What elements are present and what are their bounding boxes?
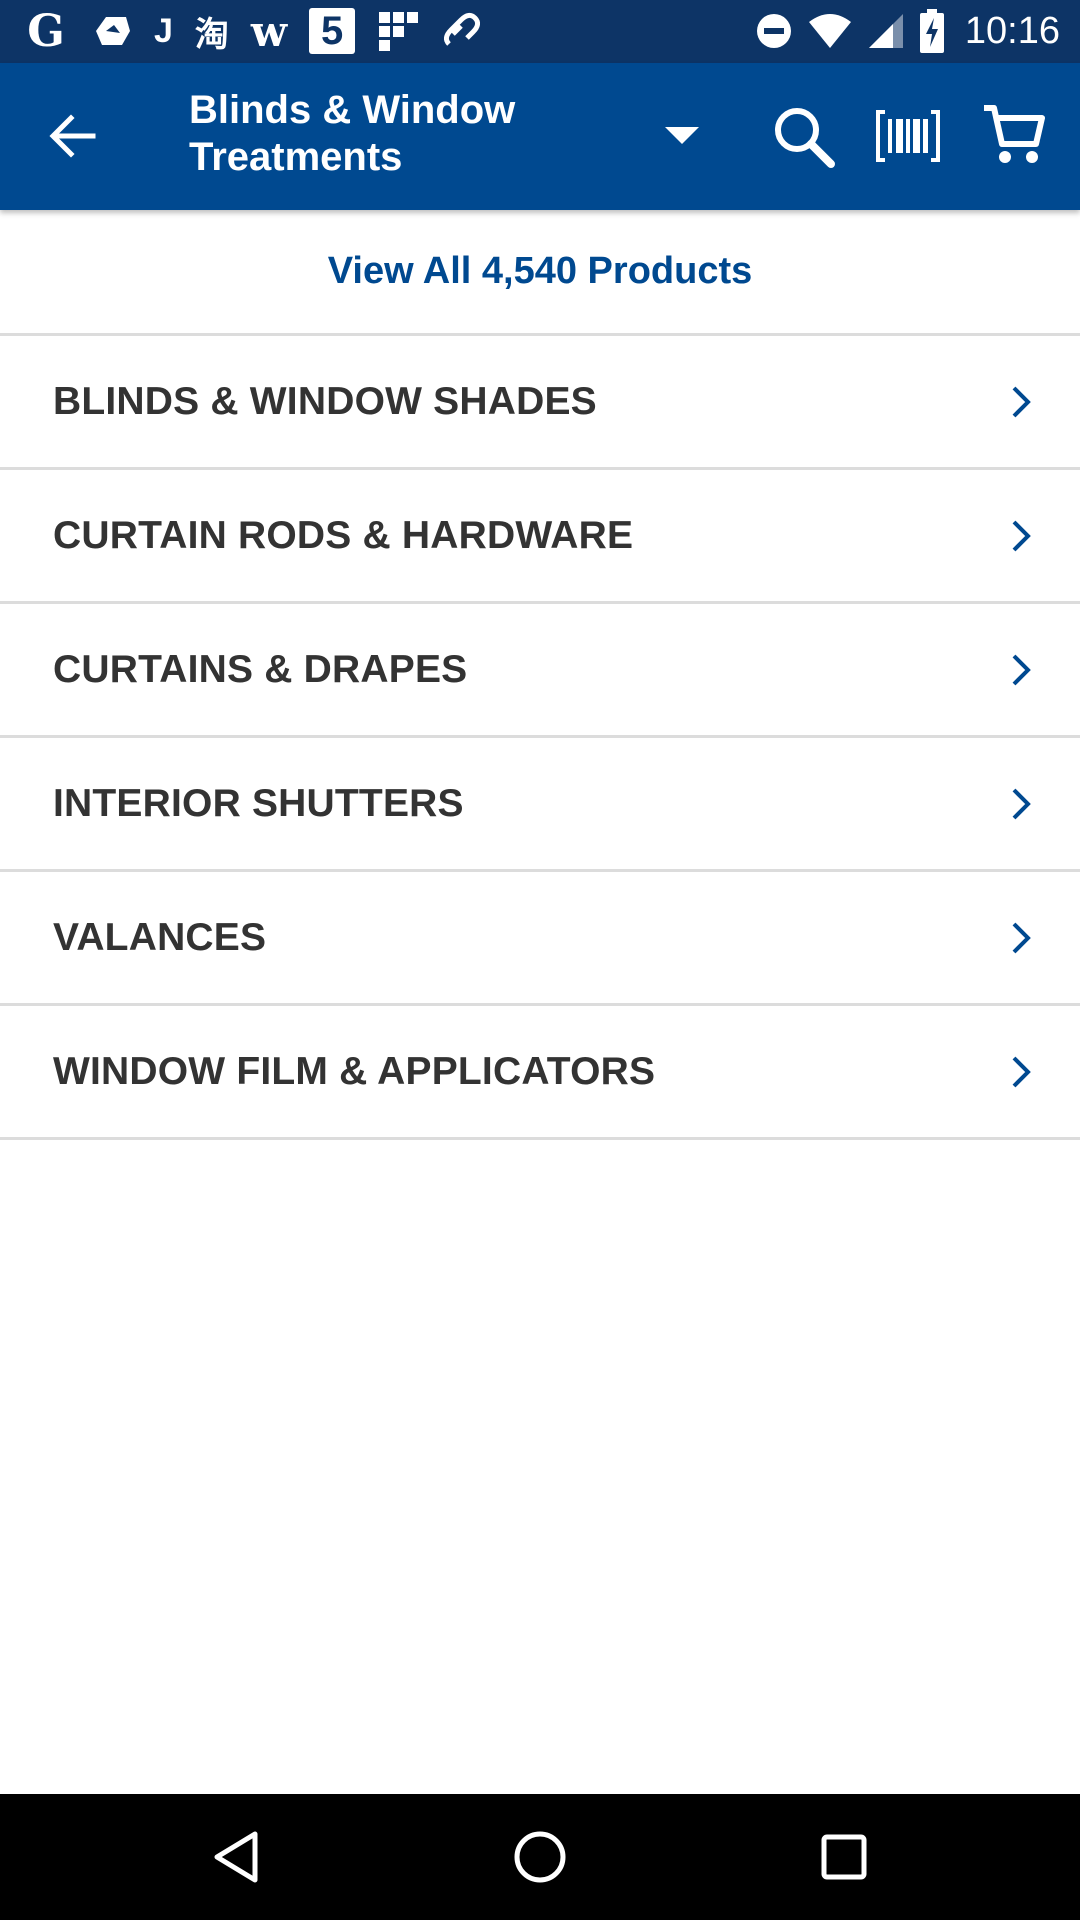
chevron-right-icon	[1004, 382, 1038, 422]
app-bar: Blinds & Window Treatments	[0, 63, 1080, 210]
category-label: CURTAIN RODS & HARDWARE	[53, 513, 634, 557]
chevron-right-icon	[1004, 784, 1038, 824]
grid-app-icon	[377, 8, 419, 54]
notification-icons: G J 淘 w 5	[22, 5, 481, 57]
category-label: WINDOW FILM & APPLICATORS	[53, 1049, 656, 1093]
category-label: BLINDS & WINDOW SHADES	[53, 379, 597, 423]
category-dropdown-button[interactable]	[654, 113, 710, 159]
view-all-products-link[interactable]: View All 4,540 Products	[0, 210, 1080, 336]
barcode-scan-button[interactable]	[873, 101, 943, 171]
category-item-interior-shutters[interactable]: INTERIOR SHUTTERS	[0, 738, 1080, 872]
five-app-icon: 5	[309, 8, 356, 54]
category-item-blinds-window-shades[interactable]: BLINDS & WINDOW SHADES	[0, 336, 1080, 470]
category-item-curtains-drapes[interactable]: CURTAINS & DRAPES	[0, 604, 1080, 738]
search-button[interactable]	[768, 101, 838, 171]
home-circle-icon	[514, 1831, 566, 1883]
barcode-icon	[876, 110, 940, 162]
system-nav-bar	[0, 1794, 1080, 1920]
category-label: VALANCES	[53, 915, 267, 959]
category-label: INTERIOR SHUTTERS	[53, 781, 464, 825]
page-title[interactable]: Blinds & Window Treatments	[189, 87, 629, 181]
category-item-window-film-applicators[interactable]: WINDOW FILM & APPLICATORS	[0, 1006, 1080, 1140]
cart-icon	[984, 105, 1045, 163]
system-icons: 10:16	[755, 8, 1060, 54]
wifi-icon	[807, 8, 853, 54]
battery-charging-icon	[919, 8, 945, 54]
google-icon: G	[27, 5, 65, 57]
caret-down-icon	[665, 127, 699, 144]
taobao-icon: 淘	[194, 15, 229, 54]
category-label: CURTAINS & DRAPES	[53, 647, 468, 691]
link-app-icon	[441, 8, 481, 54]
chevron-right-icon	[1004, 918, 1038, 958]
j-app-icon: J	[154, 11, 173, 50]
nav-recents-button[interactable]	[812, 1825, 876, 1889]
arrow-left-icon	[49, 114, 96, 158]
recents-square-icon	[821, 1834, 867, 1880]
search-icon	[775, 108, 835, 168]
nav-back-button[interactable]	[204, 1825, 268, 1889]
cell-signal-icon	[867, 8, 905, 54]
chevron-right-icon	[1004, 1052, 1038, 1092]
category-item-valances[interactable]: VALANCES	[0, 872, 1080, 1006]
do-not-disturb-icon	[755, 8, 793, 54]
category-item-curtain-rods-hardware[interactable]: CURTAIN RODS & HARDWARE	[0, 470, 1080, 604]
cart-button[interactable]	[978, 99, 1050, 171]
category-list: BLINDS & WINDOW SHADES CURTAIN RODS & HA…	[0, 336, 1080, 1140]
chevron-right-icon	[1004, 650, 1038, 690]
back-triangle-icon	[214, 1831, 258, 1883]
back-button[interactable]	[44, 107, 102, 165]
chevron-right-icon	[1004, 516, 1038, 556]
nav-home-button[interactable]	[508, 1825, 572, 1889]
clock: 10:16	[964, 9, 1060, 52]
w-app-icon: w	[250, 6, 288, 56]
cloud-drive-icon	[92, 8, 132, 54]
status-bar: G J 淘 w 5 10:16	[0, 0, 1080, 63]
